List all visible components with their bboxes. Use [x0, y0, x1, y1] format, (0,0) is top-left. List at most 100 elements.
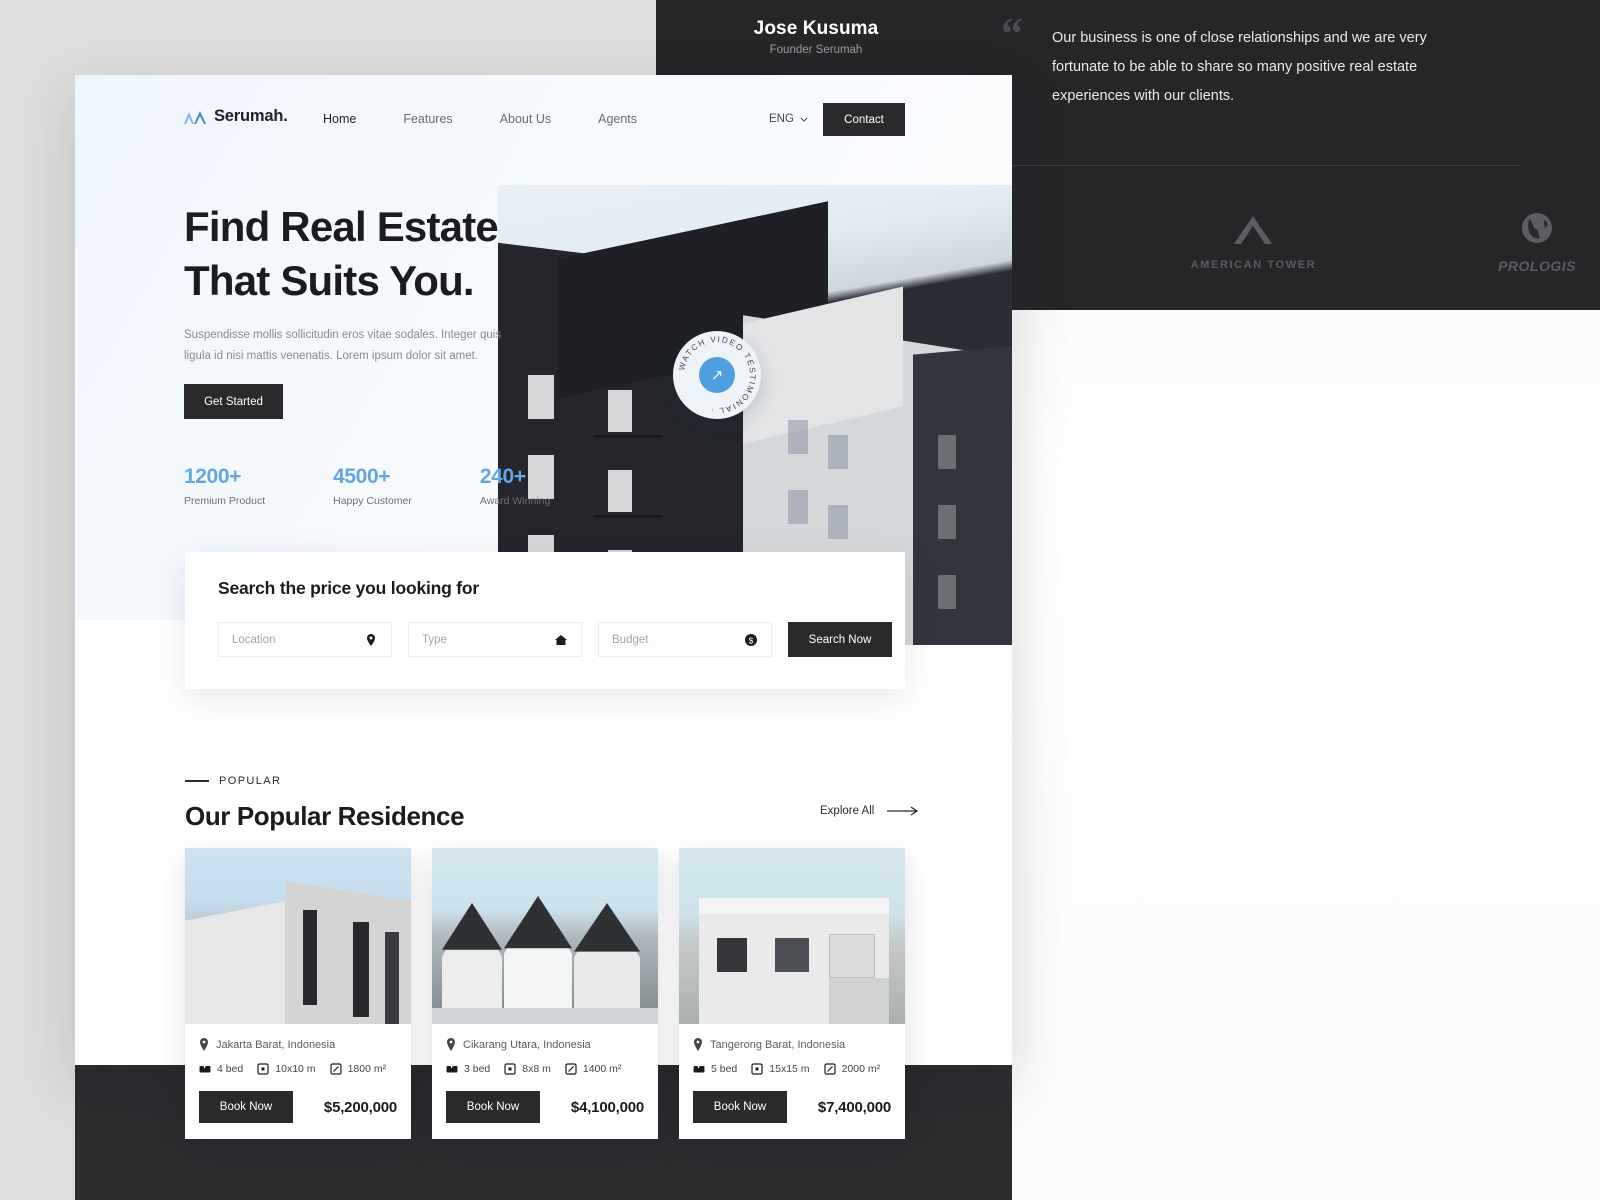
arrow-up-right-icon: ↗	[699, 357, 735, 393]
property-details: Jakarta Barat, Indonesia 4 bed 10x10 m 1…	[185, 1024, 411, 1139]
brand-logo[interactable]: Serumah.	[183, 107, 288, 126]
property-location-label: Tangerong Barat, Indonesia	[710, 1038, 846, 1051]
partner-logo-label: PROLOGIS	[1498, 258, 1576, 274]
property-beds-label: 5 bed	[711, 1063, 738, 1075]
property-image	[185, 848, 411, 1024]
map-pin-icon	[446, 1038, 456, 1051]
property-location: Jakarta Barat, Indonesia	[199, 1038, 397, 1051]
decorative-shape	[775, 938, 809, 972]
arrow-right-icon	[887, 806, 919, 816]
search-now-button[interactable]: Search Now	[788, 622, 892, 657]
decorative-shape	[699, 898, 889, 914]
book-now-button[interactable]: Book Now	[693, 1091, 787, 1123]
hero-title-line2: That Suits You.	[184, 257, 475, 304]
language-label: ENG	[769, 113, 794, 125]
decorative-shape	[788, 490, 808, 524]
area-icon	[565, 1063, 577, 1075]
partner-logo-american-tower: AMERICAN TOWER	[1191, 214, 1316, 271]
book-now-button[interactable]: Book Now	[446, 1091, 540, 1123]
decorative-shape	[574, 903, 640, 952]
stat-value: 1200+	[184, 465, 265, 489]
property-area-label: 1800 m²	[347, 1063, 387, 1075]
property-details: Tangerong Barat, Indonesia 5 bed 15x15 m…	[679, 1024, 905, 1139]
decorative-shape	[788, 420, 808, 454]
map-pin-icon	[364, 633, 378, 647]
decorative-shape	[593, 515, 663, 518]
property-beds-label: 3 bed	[464, 1063, 491, 1075]
chevron-up-logo-icon	[1232, 214, 1274, 251]
property-dimension-label: 8x8 m	[522, 1063, 551, 1075]
property-card[interactable]: Cikarang Utara, Indonesia 3 bed 8x8 m 14…	[432, 848, 658, 1139]
search-panel-title: Search the price you looking for	[218, 578, 480, 598]
mountain-logo-icon	[183, 109, 207, 125]
property-card[interactable]: Tangerong Barat, Indonesia 5 bed 15x15 m…	[679, 848, 905, 1139]
decorative-shape	[303, 910, 317, 1005]
stat-number: 1200	[184, 465, 230, 488]
map-pin-icon	[199, 1038, 209, 1051]
hero-stats: 1200+ Premium Product 4500+ Happy Custom…	[184, 465, 550, 507]
property-area-label: 1400 m²	[582, 1063, 622, 1075]
property-meta: 4 bed 10x10 m 1800 m²	[199, 1063, 397, 1075]
property-price: $4,100,000	[570, 1098, 644, 1116]
property-beds: 4 bed	[199, 1063, 243, 1075]
type-placeholder: Type	[422, 633, 447, 646]
decorative-shape	[442, 903, 502, 950]
nav-item-about-us[interactable]: About Us	[500, 112, 551, 126]
decorative-shape	[829, 934, 875, 978]
map-pin-icon	[693, 1038, 703, 1051]
stat-number: 4500	[333, 465, 379, 488]
property-card[interactable]: Jakarta Barat, Indonesia 4 bed 10x10 m 1…	[185, 848, 411, 1139]
decorative-shape	[432, 1008, 658, 1024]
budget-field[interactable]: Budget $	[598, 622, 772, 657]
decorative-shape	[913, 345, 1012, 645]
book-now-button[interactable]: Book Now	[199, 1091, 293, 1123]
svg-text:$: $	[749, 635, 754, 645]
decorative-shape	[829, 978, 889, 1024]
nav-item-agents[interactable]: Agents	[598, 112, 637, 126]
eyebrow-line-icon	[185, 780, 209, 782]
dimension-icon	[257, 1063, 269, 1075]
get-started-button[interactable]: Get Started	[184, 384, 283, 419]
stat-item: 240+ Award Winning	[480, 465, 550, 507]
budget-placeholder: Budget	[612, 633, 649, 646]
hero-title-line1: Find Real Estate	[184, 203, 499, 250]
stat-label: Award Winning	[479, 495, 551, 507]
property-area: 1400 m²	[565, 1063, 622, 1075]
type-field[interactable]: Type	[408, 622, 582, 657]
partner-logo-label: AMERICAN TOWER	[1190, 259, 1317, 271]
watch-video-testimonial-badge[interactable]: WATCH VIDEO TESTIMONIAL · ↗	[673, 331, 761, 419]
property-area-label: 2000 m²	[841, 1063, 881, 1075]
property-footer: Book Now $4,100,000	[446, 1091, 644, 1123]
badge-arrow-glyph: ↗	[710, 366, 724, 384]
explore-all-label: Explore All	[820, 805, 875, 817]
property-beds: 3 bed	[446, 1063, 490, 1075]
property-location-label: Cikarang Utara, Indonesia	[463, 1038, 591, 1051]
popular-eyebrow: POPULAR	[185, 775, 464, 787]
decorative-shape	[385, 932, 399, 1024]
stat-label: Premium Product	[184, 495, 266, 507]
dollar-coin-icon: $	[744, 633, 758, 647]
popular-title: Our Popular Residence	[185, 801, 465, 831]
nav-item-features[interactable]: Features	[403, 112, 452, 126]
property-beds-label: 4 bed	[217, 1063, 244, 1075]
property-footer: Book Now $5,200,000	[199, 1091, 397, 1123]
decorative-shape	[938, 575, 956, 609]
property-image	[679, 848, 905, 1024]
language-selector[interactable]: ENG	[769, 113, 808, 125]
testimonial-quote: Our business is one of close relationshi…	[1052, 30, 1427, 104]
property-location: Cikarang Utara, Indonesia	[446, 1038, 644, 1051]
property-dimension-label: 15x15 m	[769, 1063, 810, 1075]
area-icon	[329, 1063, 342, 1075]
nav-item-home[interactable]: Home	[323, 112, 356, 126]
popular-eyebrow-label: POPULAR	[219, 775, 282, 787]
navbar: Serumah. Home Features About Us Agents E…	[75, 75, 1012, 170]
location-field[interactable]: Location	[218, 622, 392, 657]
dimension-icon	[504, 1063, 516, 1075]
area-icon	[823, 1063, 836, 1075]
contact-button[interactable]: Contact	[823, 103, 905, 136]
property-dimension: 15x15 m	[751, 1063, 810, 1075]
screenshot-canvas: Jose Kusuma Founder Serumah “ Our busine…	[0, 0, 1600, 1200]
property-details: Cikarang Utara, Indonesia 3 bed 8x8 m 14…	[432, 1024, 658, 1139]
stat-plus: +	[378, 465, 391, 488]
explore-all-link[interactable]: Explore All	[820, 805, 919, 817]
